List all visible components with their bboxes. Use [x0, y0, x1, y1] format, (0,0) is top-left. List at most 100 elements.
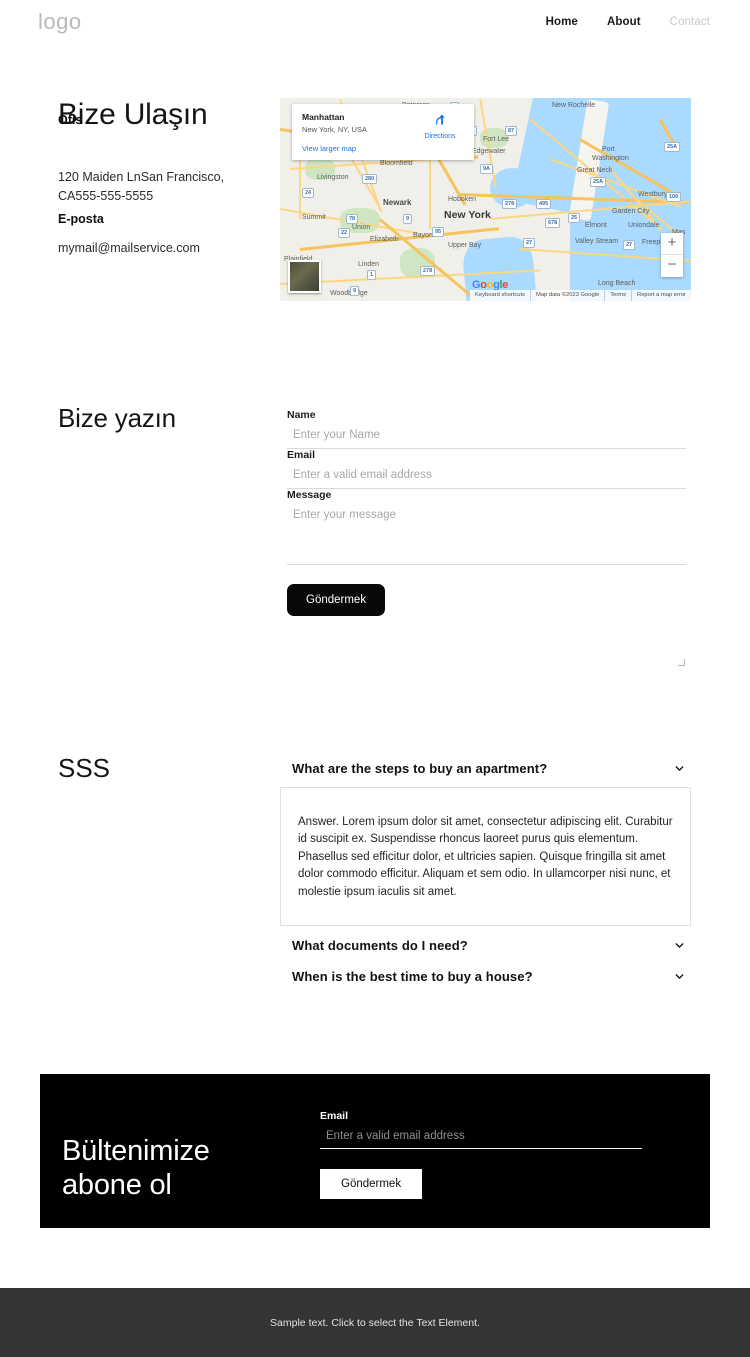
map-city-label: Garden City: [612, 208, 650, 215]
map-city-label: Long Beach: [598, 280, 636, 287]
map-zoom-out-button[interactable]: −: [661, 255, 683, 277]
map-city-label: Upper Bay: [448, 242, 482, 249]
faq-answer-panel: Answer. Lorem ipsum dolor sit amet, cons…: [280, 787, 691, 927]
map-attribution-bar: Keyboard shortcuts Map data ©2023 Google…: [470, 290, 691, 301]
map-zoom-in-button[interactable]: +: [661, 233, 683, 255]
map-route-shield: 280: [362, 174, 378, 184]
map-route-shield: 278: [502, 199, 518, 209]
map-satellite-thumbnail[interactable]: [288, 260, 321, 293]
map-route-shield: 24: [302, 188, 315, 198]
send-message-button[interactable]: Göndermek: [287, 584, 386, 616]
map-city-label: Fort Lee: [483, 136, 510, 143]
name-field-group: Name: [287, 409, 686, 449]
map-route-shield: 87: [505, 126, 518, 136]
map-city-label: Union: [352, 224, 371, 231]
faq-heading: SSS: [58, 753, 111, 783]
faq-question-row[interactable]: When is the best time to buy a house?: [280, 963, 691, 994]
message-field-group: Message: [287, 489, 686, 666]
view-larger-map-link[interactable]: View larger map: [302, 144, 464, 153]
newsletter-submit-button[interactable]: Göndermek: [320, 1169, 423, 1199]
map-road: [298, 159, 302, 220]
email-field-group: Email: [287, 449, 686, 489]
map-route-shield: 9: [403, 214, 413, 224]
faq-answer-text: Answer. Lorem ipsum dolor sit amet, cons…: [298, 816, 673, 898]
nav-item-home[interactable]: Home: [546, 16, 578, 28]
email-label: Email: [287, 449, 316, 461]
textarea-resize-handle[interactable]: [678, 659, 685, 666]
map-city-label: Edgewater: [472, 148, 506, 155]
page-root: logo Home About Contact Bize Ulaşın Ofis…: [0, 0, 750, 1357]
name-label: Name: [287, 409, 316, 421]
map-route-shield: 278: [420, 266, 436, 276]
map-route-shield: 9A: [480, 164, 494, 174]
footer-sample-text[interactable]: Sample text. Click to select the Text El…: [270, 1317, 480, 1329]
chevron-down-icon: [675, 943, 684, 949]
faq-question-label: When is the best time to buy a house?: [292, 969, 533, 985]
office-label: Ofis: [58, 113, 83, 127]
map-city-label: Hoboken: [448, 196, 477, 203]
map-info-card: Manhattan New York, NY, USA View larger …: [292, 104, 474, 160]
map-route-shield: 9: [350, 286, 360, 296]
nav-item-about[interactable]: About: [607, 16, 641, 28]
directions-button[interactable]: Directions: [414, 112, 466, 140]
map-city-label: Valley Stream: [575, 238, 619, 245]
site-footer: Sample text. Click to select the Text El…: [0, 1288, 750, 1357]
map-city-label: Livingston: [317, 174, 349, 181]
terms-link[interactable]: Terms: [604, 290, 631, 301]
directions-arrow-icon: [435, 114, 445, 125]
faq-question-row[interactable]: What are the steps to buy an apartment?: [280, 755, 691, 786]
newsletter-heading-line1: Bültenimize: [62, 1135, 210, 1167]
logo[interactable]: logo: [38, 9, 82, 35]
map-water: [690, 98, 691, 193]
map-route-shield: 678: [545, 218, 561, 228]
map-city-label: Linden: [358, 261, 380, 268]
map-route-shield: 22: [338, 228, 351, 238]
write-form-heading: Bize yazın: [58, 403, 176, 433]
google-map[interactable]: PatersonNew RochelleFort LeeEdgewaterPor…: [280, 98, 691, 301]
map-zoom-controls[interactable]: + −: [661, 233, 683, 277]
newsletter-heading-line2: abone ol: [62, 1169, 172, 1202]
map-city-label: Uniondale: [628, 222, 660, 229]
map-city-label: New York: [444, 209, 491, 221]
faq-question-label: What are the steps to buy an apartment?: [292, 761, 548, 776]
message-label: Message: [287, 489, 332, 501]
map-city-label: Bloomfield: [380, 160, 413, 167]
email-address[interactable]: mymail@mailservice.com: [58, 239, 263, 258]
newsletter-email-input[interactable]: [320, 1122, 642, 1149]
office-address: 120 Maiden LnSan Francisco, CA555-555-55…: [58, 170, 225, 204]
report-map-error-link[interactable]: Report a map error: [631, 290, 691, 301]
faq-question-row[interactable]: What documents do I need?: [280, 932, 691, 963]
keyboard-shortcuts-link[interactable]: Keyboard shortcuts: [470, 290, 530, 301]
chevron-down-icon: [675, 974, 684, 980]
map-city-label: Port: [602, 146, 615, 153]
map-route-shield: 95: [432, 227, 445, 237]
faq-accordion: What are the steps to buy an apartment? …: [280, 755, 691, 994]
map-route-shield: 25A: [590, 177, 607, 187]
map-route-shield: 27: [523, 238, 536, 248]
directions-label: Directions: [424, 133, 456, 140]
email-label: E-posta: [58, 212, 104, 226]
name-input[interactable]: [287, 421, 686, 449]
chevron-down-icon: [675, 766, 684, 771]
message-textarea[interactable]: [287, 501, 686, 565]
map-data-attribution: Map data ©2023 Google: [529, 290, 604, 301]
map-city-label: Elmont: [585, 222, 607, 229]
site-header: logo Home About Contact: [0, 0, 750, 47]
newsletter-section: Bültenimize abone ol Email Göndermek: [40, 1074, 710, 1228]
map-city-label: Elizabeth: [370, 236, 399, 243]
map-route-shield: 25: [568, 213, 581, 223]
contact-form: Name Email Message Göndermek: [287, 409, 686, 666]
map-city-label: Woodbridge: [330, 290, 368, 297]
map-city-label: Westbury: [638, 191, 668, 198]
nav-item-contact[interactable]: Contact: [670, 16, 710, 28]
newsletter-email-label: Email: [320, 1110, 349, 1122]
map-route-shield: 495: [536, 199, 552, 209]
map-city-label: Washington: [592, 155, 629, 162]
faq-question-label: What documents do I need?: [292, 938, 468, 954]
map-route-shield: 106: [666, 192, 682, 202]
map-city-label: Summit: [302, 214, 326, 221]
map-road: [428, 159, 432, 230]
map-city-label: Newark: [383, 198, 412, 207]
email-input[interactable]: [287, 461, 686, 489]
main-nav: Home About Contact: [546, 16, 710, 28]
